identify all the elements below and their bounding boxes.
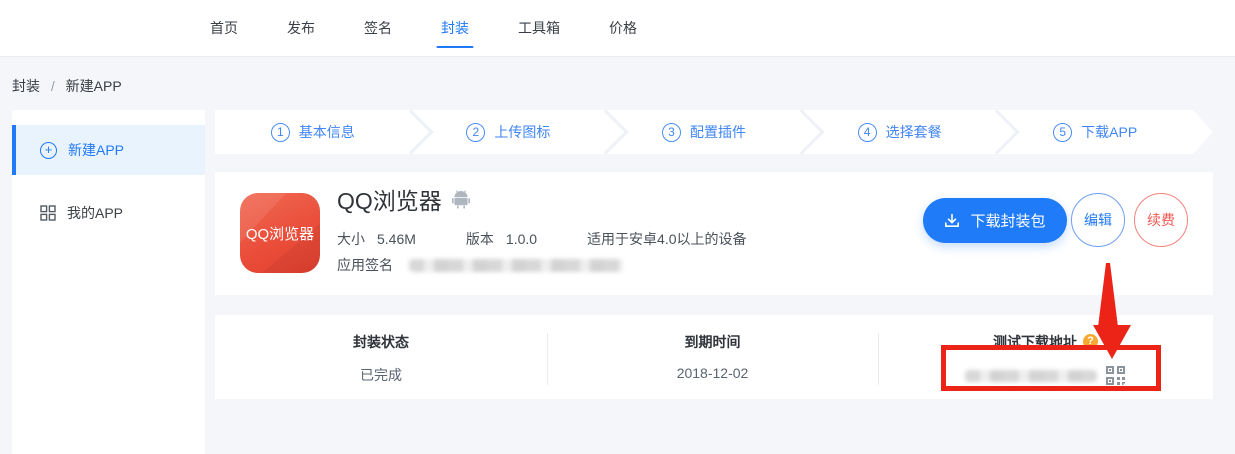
page: 首页 发布 签名 封装 工具箱 价格 封装 / 新建APP 新建APP: [0, 0, 1235, 454]
test-download-title: 测试下载地址?: [878, 332, 1213, 352]
step-number-badge: 4: [858, 123, 877, 142]
download-icon: [944, 213, 960, 229]
test-download-column: 测试下载地址?: [878, 315, 1213, 399]
nav-item-publish[interactable]: 发布: [287, 0, 315, 56]
step-number-badge: 2: [466, 123, 485, 142]
step-label: 下载APP: [1081, 122, 1137, 142]
download-package-button[interactable]: 下载封装包: [923, 198, 1067, 243]
expiry-value: 2018-12-02: [547, 365, 878, 381]
signature-row: 应用签名: [337, 255, 623, 275]
step-label: 上传图标: [494, 122, 550, 142]
step-upload-icon: 2 上传图标: [411, 110, 607, 154]
app-icon: QQ浏览器: [240, 193, 320, 273]
step-number-badge: 3: [662, 123, 681, 142]
package-status-value: 已完成: [215, 365, 547, 385]
steps-bar: 1 基本信息 2 上传图标 3 配置插件 4 选择套餐 5 下载APP: [215, 110, 1193, 154]
step-label: 配置插件: [690, 122, 746, 142]
download-button-label: 下载封装包: [970, 210, 1045, 231]
main-nav: 首页 发布 签名 封装 工具箱 价格: [0, 0, 1235, 56]
compatibility-text: 适用于安卓4.0以上的设备: [587, 231, 746, 247]
android-icon: [452, 189, 470, 209]
sidebar-item-label: 我的APP: [67, 203, 123, 223]
step-configure-plugins: 3 配置插件: [606, 110, 802, 154]
version-value: 1.0.0: [506, 231, 537, 247]
package-status-column: 封装状态 已完成: [215, 315, 547, 399]
breadcrumb: 封装 / 新建APP: [12, 76, 122, 96]
step-basic-info: 1 基本信息: [215, 110, 411, 154]
breadcrumb-separator: /: [51, 78, 55, 94]
version-label: 版本: [466, 231, 494, 247]
step-number-badge: 1: [271, 123, 290, 142]
expiry-title: 到期时间: [547, 332, 878, 352]
qr-code-icon[interactable]: [1105, 365, 1126, 386]
top-nav-bar: 首页 发布 签名 封装 工具箱 价格: [0, 0, 1235, 57]
size-label: 大小: [337, 231, 365, 247]
question-badge-icon[interactable]: ?: [1083, 334, 1098, 349]
sidebar-item-my-app[interactable]: 我的APP: [12, 188, 205, 238]
app-meta-row: 大小 5.46M 版本 1.0.0 适用于安卓4.0以上的设备: [337, 229, 747, 249]
test-download-title-text: 测试下载地址: [993, 334, 1077, 350]
nav-item-price[interactable]: 价格: [609, 0, 637, 56]
download-url-masked[interactable]: [965, 370, 1097, 382]
sidebar: 新建APP 我的APP: [12, 110, 205, 454]
nav-item-home[interactable]: 首页: [210, 0, 238, 56]
nav-item-toolbox[interactable]: 工具箱: [518, 0, 560, 56]
renew-button[interactable]: 续费: [1134, 193, 1188, 247]
plus-circle-icon: [40, 142, 57, 159]
status-card: 封装状态 已完成 到期时间 2018-12-02 测试下载地址?: [215, 315, 1213, 399]
signature-label: 应用签名: [337, 255, 393, 275]
app-title: QQ浏览器: [337, 182, 442, 216]
signature-masked-value: [409, 259, 623, 272]
step-download-app: 5 下载APP: [997, 110, 1193, 154]
step-choose-plan: 4 选择套餐: [802, 110, 998, 154]
nav-item-sign[interactable]: 签名: [364, 0, 392, 56]
app-icon-text: QQ浏览器: [246, 223, 314, 244]
step-label: 基本信息: [299, 122, 355, 142]
test-download-value: [965, 365, 1126, 386]
sidebar-item-label: 新建APP: [68, 140, 124, 160]
breadcrumb-section[interactable]: 封装: [12, 78, 40, 94]
nav-item-package[interactable]: 封装: [441, 0, 469, 56]
edit-button[interactable]: 编辑: [1071, 193, 1125, 247]
size-value: 5.46M: [377, 231, 416, 247]
expiry-column: 到期时间 2018-12-02: [547, 315, 878, 399]
package-status-title: 封装状态: [215, 332, 547, 352]
step-number-badge: 5: [1053, 123, 1072, 142]
step-label: 选择套餐: [886, 122, 942, 142]
breadcrumb-page: 新建APP: [66, 78, 122, 94]
sidebar-item-new-app[interactable]: 新建APP: [12, 125, 205, 175]
app-card: QQ浏览器 QQ浏览器 大小5.46M版本1.0.0适用于安卓4.0以上的设备 …: [215, 172, 1213, 295]
main-content: 1 基本信息 2 上传图标 3 配置插件 4 选择套餐 5 下载APP: [215, 110, 1213, 454]
grid-icon: [40, 205, 56, 221]
